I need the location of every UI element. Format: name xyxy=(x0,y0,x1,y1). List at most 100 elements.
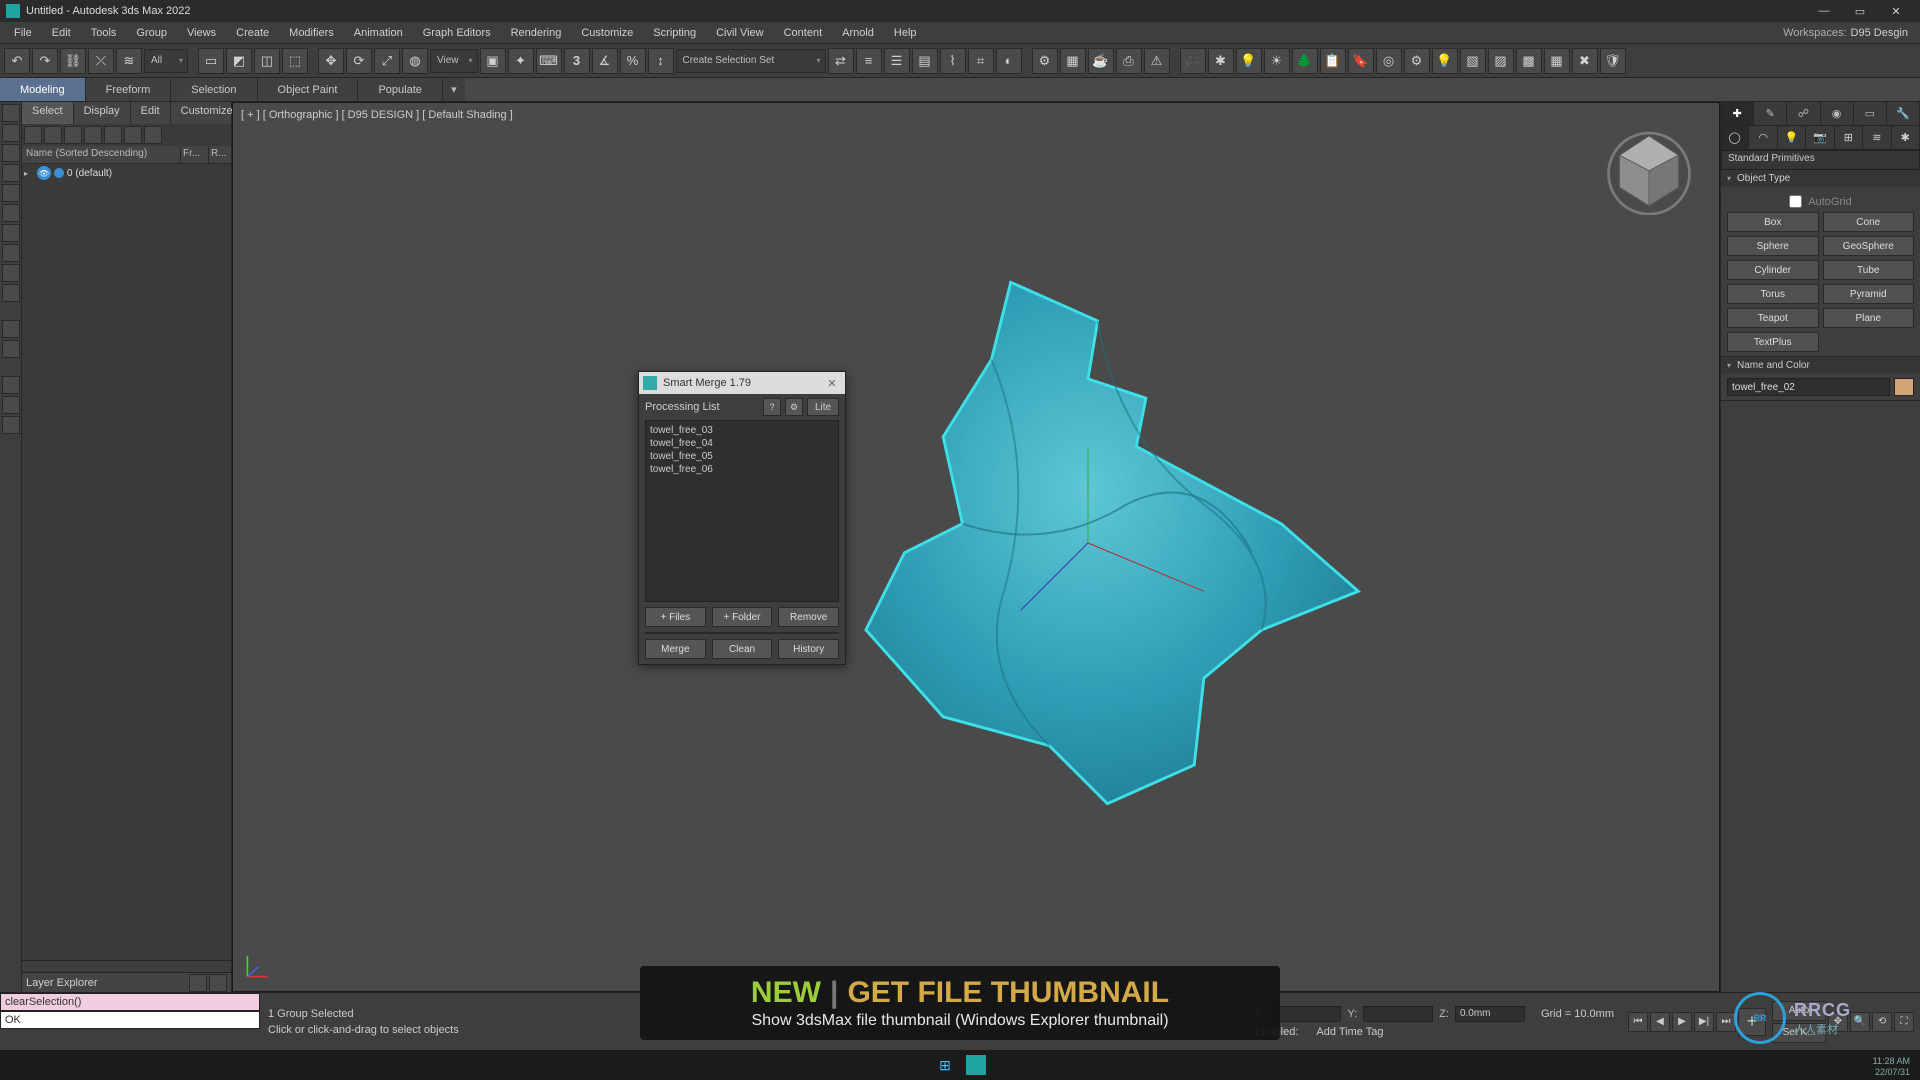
add-files-button[interactable]: + Files xyxy=(645,607,706,627)
cp-spacewarps-tab[interactable]: ≋ xyxy=(1863,126,1891,149)
layer-explorer-bar[interactable]: Layer Explorer xyxy=(22,972,231,992)
prim-teapot-button[interactable]: Teapot xyxy=(1727,308,1819,328)
nav-zoom-button[interactable]: 🔍 xyxy=(1850,1012,1870,1032)
menu-views[interactable]: Views xyxy=(177,25,226,41)
auto-key-button[interactable]: Auto xyxy=(1772,1001,1826,1021)
cp-motion-tab[interactable]: ◉ xyxy=(1821,102,1854,125)
nav-maximize-button[interactable]: ⛶ xyxy=(1894,1012,1914,1032)
macro-recorder[interactable]: clearSelection() xyxy=(0,993,260,1011)
menu-create[interactable]: Create xyxy=(226,25,279,41)
lt-b-icon[interactable] xyxy=(2,340,20,358)
sx-header[interactable]: Name (Sorted Descending) Fr... R... xyxy=(22,146,231,164)
light-icon[interactable]: 💡 xyxy=(1236,48,1262,74)
set-key-button[interactable]: + xyxy=(1738,1008,1766,1036)
menu-rendering[interactable]: Rendering xyxy=(501,25,572,41)
add-folder-button[interactable]: + Folder xyxy=(712,607,773,627)
box4-icon[interactable]: ▦ xyxy=(1544,48,1570,74)
prim-cylinder-button[interactable]: Cylinder xyxy=(1727,260,1819,280)
sx-tab-edit[interactable]: Edit xyxy=(131,102,171,124)
ribbon-tab-freeform[interactable]: Freeform xyxy=(86,78,172,101)
y-field[interactable] xyxy=(1363,1006,1433,1022)
sx-layer-icon[interactable] xyxy=(64,126,82,144)
sun-icon[interactable]: ☀ xyxy=(1264,48,1290,74)
add-time-tag[interactable]: Add Time Tag xyxy=(1316,1026,1383,1038)
menu-help[interactable]: Help xyxy=(884,25,927,41)
curve-editor-button[interactable]: ⌇ xyxy=(940,48,966,74)
layer-stack-icon[interactable] xyxy=(209,974,227,992)
sx-col-name[interactable]: Name (Sorted Descending) xyxy=(22,146,181,163)
workspace-dropdown[interactable]: D95 Desgin xyxy=(1851,27,1908,39)
color-swatch[interactable] xyxy=(1894,378,1914,396)
cp-display-tab[interactable]: ▭ xyxy=(1854,102,1887,125)
lt-nurbs-icon[interactable] xyxy=(2,184,20,202)
prim-cone-button[interactable]: Cone xyxy=(1823,212,1915,232)
lt-d-icon[interactable] xyxy=(2,396,20,414)
sx-filter-icon[interactable] xyxy=(84,126,102,144)
primitive-category-dropdown[interactable]: Standard Primitives xyxy=(1721,150,1920,170)
lt-c-icon[interactable] xyxy=(2,376,20,394)
help-button[interactable]: ? xyxy=(763,398,781,416)
redo-button[interactable]: ↷ xyxy=(32,48,58,74)
ribbon-tab-populate[interactable]: Populate xyxy=(358,78,442,101)
selection-filter-dropdown[interactable]: All xyxy=(144,49,188,73)
start-button[interactable]: ⊞ xyxy=(934,1054,956,1076)
maximize-button[interactable]: ▭ xyxy=(1842,1,1878,21)
prim-tube-button[interactable]: Tube xyxy=(1823,260,1915,280)
viewport-label[interactable]: [ + ] [ Orthographic ] [ D95 DESIGN ] [ … xyxy=(241,109,513,121)
target-icon[interactable]: ◎ xyxy=(1376,48,1402,74)
menu-content[interactable]: Content xyxy=(774,25,833,41)
sx-tab-display[interactable]: Display xyxy=(74,102,131,124)
expand-icon[interactable]: ▸ xyxy=(24,169,34,178)
sx-pin-icon[interactable] xyxy=(24,126,42,144)
object-name-input[interactable] xyxy=(1727,378,1890,396)
move-button[interactable]: ✥ xyxy=(318,48,344,74)
layer-dd-icon[interactable] xyxy=(189,974,207,992)
menu-scripting[interactable]: Scripting xyxy=(643,25,706,41)
nav-orbit-button[interactable]: ⟲ xyxy=(1872,1012,1892,1032)
prim-geosphere-button[interactable]: GeoSphere xyxy=(1823,236,1915,256)
sx-tab-select[interactable]: Select xyxy=(22,102,74,124)
cp-create-tab[interactable]: ✚ xyxy=(1721,102,1754,125)
prim-plane-button[interactable]: Plane xyxy=(1823,308,1915,328)
dialog-titlebar[interactable]: Smart Merge 1.79 ✕ xyxy=(639,372,845,394)
close-button[interactable]: ✕ xyxy=(1878,1,1914,21)
menu-group[interactable]: Group xyxy=(126,25,177,41)
material-editor-button[interactable]: ◐ xyxy=(996,48,1022,74)
visibility-icon[interactable]: 👁 xyxy=(37,166,51,180)
menu-tools[interactable]: Tools xyxy=(81,25,127,41)
box2-icon[interactable]: ▨ xyxy=(1488,48,1514,74)
bind-button[interactable]: ≋ xyxy=(116,48,142,74)
lt-bone-icon[interactable] xyxy=(2,284,20,302)
warning-icon[interactable]: ⚠ xyxy=(1144,48,1170,74)
object-type-rollout[interactable]: Object Type xyxy=(1721,170,1920,187)
cp-helpers-tab[interactable]: ⊞ xyxy=(1835,126,1863,149)
lt-helper-icon[interactable] xyxy=(2,244,20,262)
toggle-ribbon-button[interactable]: ▤ xyxy=(912,48,938,74)
select-window-button[interactable]: ◩ xyxy=(226,48,252,74)
viewport[interactable]: [ + ] [ Orthographic ] [ D95 DESIGN ] [ … xyxy=(232,102,1720,992)
layers-button[interactable]: ☰ xyxy=(884,48,910,74)
menu-customize[interactable]: Customize xyxy=(571,25,643,41)
box1-icon[interactable]: ▧ xyxy=(1460,48,1486,74)
selection-set-dropdown[interactable]: Create Selection Set xyxy=(676,49,826,73)
manip-button[interactable]: ✦ xyxy=(508,48,534,74)
tool-button[interactable]: ⎙ xyxy=(1116,48,1142,74)
camera-icon[interactable]: 🎥 xyxy=(1180,48,1206,74)
scale-button[interactable]: ⤢ xyxy=(374,48,400,74)
ribbon-tab-object-paint[interactable]: Object Paint xyxy=(258,78,359,101)
list-item[interactable]: towel_free_04 xyxy=(650,437,834,450)
link-button[interactable]: ⛓ xyxy=(60,48,86,74)
lt-e-icon[interactable] xyxy=(2,416,20,434)
prim-textplus-button[interactable]: TextPlus xyxy=(1727,332,1819,352)
minimize-button[interactable]: — xyxy=(1806,1,1842,21)
mirror-button[interactable]: ⇄ xyxy=(828,48,854,74)
viewcube[interactable] xyxy=(1603,123,1695,215)
listener-output[interactable]: OK xyxy=(0,1011,260,1029)
prim-box-button[interactable]: Box xyxy=(1727,212,1819,232)
ribbon-tab-selection[interactable]: Selection xyxy=(171,78,257,101)
nav-pan-button[interactable]: ✥ xyxy=(1828,1012,1848,1032)
goto-end-button[interactable]: ⏭ xyxy=(1716,1012,1736,1032)
dialog-close-button[interactable]: ✕ xyxy=(823,377,841,390)
select-object-button[interactable]: ▭ xyxy=(198,48,224,74)
placement-button[interactable]: ◍ xyxy=(402,48,428,74)
